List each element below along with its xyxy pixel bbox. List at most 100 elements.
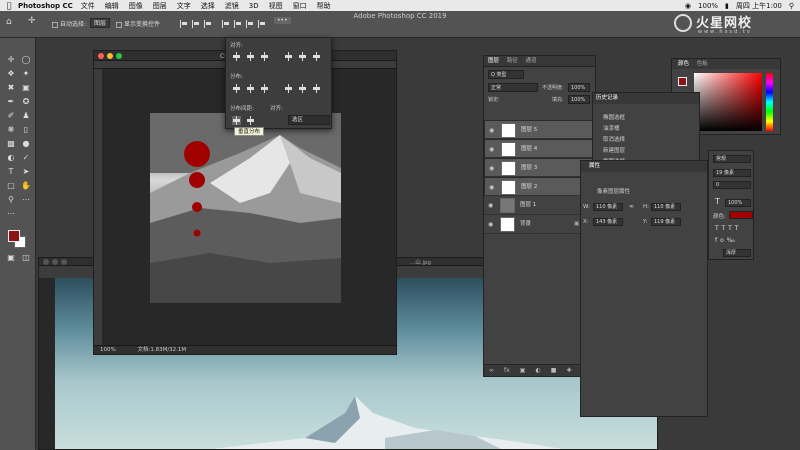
align-bottom-icon[interactable] xyxy=(246,20,254,28)
align-vcenters-icon[interactable] xyxy=(298,52,307,61)
align-right-icon[interactable] xyxy=(204,20,212,28)
quick-mask-icon[interactable]: ▣ xyxy=(4,252,18,264)
menu-filter[interactable]: 滤镜 xyxy=(225,1,239,11)
battery-icon[interactable]: ▮ xyxy=(725,2,729,10)
layer-name[interactable]: 图层 4 xyxy=(521,140,537,159)
blur-tool-icon[interactable]: ● xyxy=(19,138,33,150)
vertical-scale-field[interactable]: 100% xyxy=(725,199,751,207)
visibility-eye-icon[interactable]: ◉ xyxy=(489,140,497,159)
distribute-icon[interactable] xyxy=(258,20,266,28)
menu-select[interactable]: 选择 xyxy=(201,1,215,11)
frame-tool-icon[interactable]: ▣ xyxy=(19,82,33,94)
crop-tool-icon[interactable]: ✖ xyxy=(4,82,18,94)
font-size-field[interactable]: 19 像素 xyxy=(713,169,751,177)
history-item[interactable]: 新建图层 xyxy=(603,146,625,154)
align-vcenter-icon[interactable] xyxy=(234,20,242,28)
layer-row[interactable]: ◉ 图层 4 xyxy=(484,139,595,158)
opacity-field[interactable]: 100% xyxy=(568,83,590,92)
align-left-edges-icon[interactable] xyxy=(232,52,241,61)
layer-row[interactable]: ◉ 背景 ▣ xyxy=(484,215,595,234)
layer-row[interactable]: ◉ 图层 5 xyxy=(484,120,595,139)
layer-name[interactable]: 图层 2 xyxy=(521,178,537,197)
anti-alias-dropdown[interactable]: 浑厚 xyxy=(723,249,751,257)
magic-wand-icon[interactable]: ✦ xyxy=(19,68,33,80)
visibility-eye-icon[interactable]: ◉ xyxy=(488,215,496,234)
layer-name[interactable]: 图层 5 xyxy=(521,121,537,140)
add-mask-icon[interactable]: ▣ xyxy=(520,367,526,374)
tab-paths[interactable]: 路径 xyxy=(507,58,518,64)
layer-name[interactable]: 图层 3 xyxy=(521,159,537,178)
align-top-icon[interactable] xyxy=(222,20,230,28)
gradient-tool-icon[interactable]: ▩ xyxy=(4,138,18,150)
dodge-tool-icon[interactable]: ◐ xyxy=(4,152,18,164)
distribute-bottom-icon[interactable] xyxy=(312,84,321,93)
visibility-eye-icon[interactable]: ◉ xyxy=(489,159,497,178)
tracking-field[interactable]: 0 xyxy=(713,181,751,189)
search-icon[interactable]: ⚲ xyxy=(789,2,794,10)
marquee-tool-icon[interactable]: ◯ xyxy=(19,54,33,66)
visibility-eye-icon[interactable]: ◉ xyxy=(489,178,497,197)
close-icon[interactable] xyxy=(98,52,104,59)
new-group-icon[interactable]: ■ xyxy=(551,367,557,374)
zoom-level[interactable]: 100% xyxy=(100,347,116,353)
app-menu[interactable]: Photoshop CC xyxy=(18,2,73,10)
layer-name[interactable]: 图层 1 xyxy=(520,196,536,215)
hue-slider[interactable] xyxy=(766,73,773,131)
tab-color[interactable]: 颜色 xyxy=(678,61,689,67)
move-tool-icon[interactable]: ✛ xyxy=(4,54,18,66)
type-tool-icon[interactable]: T xyxy=(4,166,18,178)
rectangle-tool-icon[interactable]: ▢ xyxy=(4,180,18,192)
extra-tools-icon[interactable]: ⋯ xyxy=(19,194,33,206)
text-style-icons[interactable]: TTTT xyxy=(715,225,741,232)
visibility-eye-icon[interactable]: ◉ xyxy=(488,196,496,215)
show-transform-checkbox[interactable]: 显示变换控件 xyxy=(116,19,160,28)
distribute-top-icon[interactable] xyxy=(284,84,293,93)
screen-mode-icon[interactable]: ◫ xyxy=(19,252,33,264)
font-style-field[interactable]: 常规 xyxy=(713,155,751,163)
menu-window[interactable]: 窗口 xyxy=(293,1,307,11)
history-item[interactable]: 椭圆选框 xyxy=(603,113,625,121)
layer-kind-filter[interactable]: Q 类型 xyxy=(488,70,524,79)
history-title[interactable]: 历史记录 xyxy=(593,93,699,104)
align-left-icon[interactable] xyxy=(180,20,188,28)
color-fg-swatch[interactable] xyxy=(678,77,687,86)
menu-file[interactable]: 文件 xyxy=(81,1,95,11)
zoom-icon[interactable] xyxy=(116,52,122,59)
distribute-vcenter-icon[interactable] xyxy=(298,84,307,93)
lasso-tool-icon[interactable]: ❖ xyxy=(4,68,18,80)
distribute-horizontal-spacing-icon[interactable] xyxy=(246,116,255,125)
distribute-left-icon[interactable] xyxy=(232,84,241,93)
auto-select-checkbox[interactable]: 自动选择: xyxy=(52,19,86,28)
properties-title[interactable]: 属性 xyxy=(581,161,707,172)
menu-layer[interactable]: 图层 xyxy=(153,1,167,11)
menu-type[interactable]: 文字 xyxy=(177,1,191,11)
layer-name[interactable]: 背景 xyxy=(520,215,531,234)
tab-channels[interactable]: 通道 xyxy=(526,58,537,64)
align-hcenter-icon[interactable] xyxy=(192,20,200,28)
distribute-vertical-spacing-icon[interactable] xyxy=(232,116,241,125)
brush-tool-icon[interactable]: ✐ xyxy=(4,110,18,122)
eyedropper-icon[interactable]: ✒ xyxy=(4,96,18,108)
layer-row[interactable]: ◉ 图层 2 xyxy=(484,177,595,196)
healing-brush-icon[interactable]: ✪ xyxy=(19,96,33,108)
apple-icon[interactable]:  xyxy=(0,1,18,10)
history-item[interactable]: 油漆桶 xyxy=(603,124,620,132)
menu-3d[interactable]: 3D xyxy=(249,2,259,10)
align-top-edges-icon[interactable] xyxy=(284,52,293,61)
tab-swatches[interactable]: 色板 xyxy=(697,61,708,67)
width-field[interactable]: 110 像素 xyxy=(593,203,623,211)
menu-help[interactable]: 帮助 xyxy=(317,1,331,11)
adjustment-layer-icon[interactable]: ◐ xyxy=(535,367,540,374)
circle-large[interactable] xyxy=(184,141,210,167)
circle-small[interactable] xyxy=(192,202,202,212)
text-options-icons[interactable]: fo‰ xyxy=(715,237,738,244)
pen-tool-icon[interactable]: ✓ xyxy=(19,152,33,164)
path-select-icon[interactable]: ➤ xyxy=(19,166,33,178)
minimize-icon[interactable] xyxy=(107,52,113,59)
menu-image[interactable]: 图像 xyxy=(129,1,143,11)
blend-mode-dropdown[interactable]: 正常 xyxy=(488,83,538,92)
edit-toolbar-icon[interactable]: ⋯ xyxy=(4,208,18,220)
menu-edit[interactable]: 编辑 xyxy=(105,1,119,11)
y-field[interactable]: 119 像素 xyxy=(651,218,681,226)
clone-stamp-icon[interactable]: ♟ xyxy=(19,110,33,122)
